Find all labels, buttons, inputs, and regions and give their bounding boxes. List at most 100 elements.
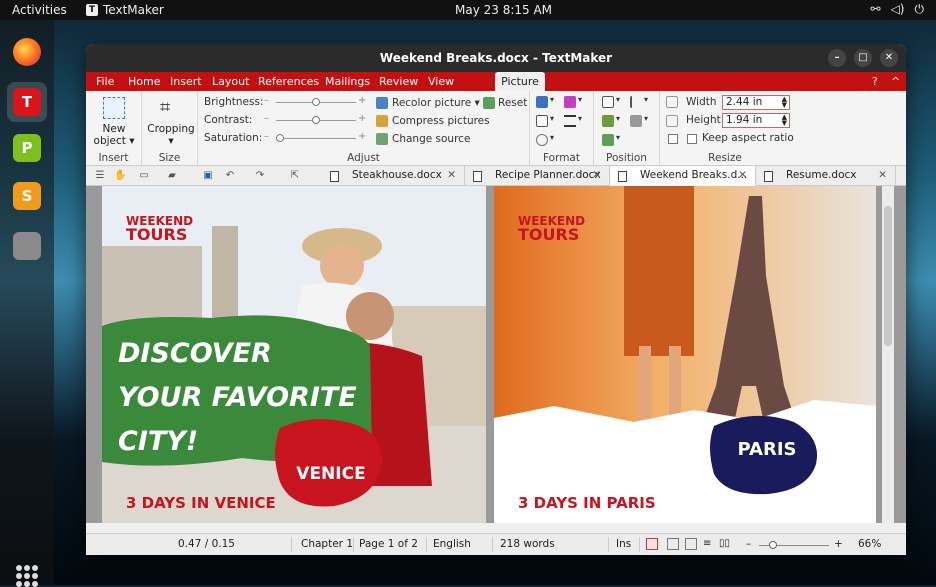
shadow-dropdown[interactable]: ▾ [550, 114, 554, 123]
outline-view-icon[interactable]: ≡ [703, 538, 711, 549]
minimize-button[interactable]: – [828, 49, 846, 67]
fill-color-dropdown[interactable]: ▾ [550, 95, 554, 104]
menu-references[interactable]: References [258, 75, 319, 88]
bring-forward-icon[interactable] [602, 115, 614, 127]
normal-view-icon[interactable] [646, 538, 658, 550]
dock-files[interactable] [7, 226, 47, 266]
menu-insert[interactable]: Insert [170, 75, 202, 88]
zoom-out-button[interactable]: – [746, 538, 751, 550]
dock-planmaker[interactable]: S [7, 176, 47, 216]
group-dropdown[interactable]: ▾ [644, 114, 648, 123]
height-spinner[interactable]: ▲ ▼ [782, 114, 787, 127]
rotate-dropdown[interactable]: ▾ [616, 133, 620, 142]
width-spinner[interactable]: ▲ ▼ [782, 96, 787, 109]
line-style-dropdown[interactable]: ▾ [578, 114, 582, 123]
cropping-button[interactable]: Cropping ▾ [144, 123, 198, 147]
line-color-icon[interactable] [564, 96, 576, 108]
app-menu[interactable]: T TextMaker [86, 3, 164, 17]
dock-firefox[interactable] [7, 32, 47, 72]
page-view-icon[interactable] [667, 538, 679, 550]
save-icon[interactable]: ▣ [202, 170, 214, 182]
tab-close-icon[interactable]: ✕ [592, 166, 601, 185]
menu-layout[interactable]: Layout [212, 75, 249, 88]
tab-resume[interactable]: Resume.docx ✕ [756, 166, 896, 186]
saturation-minus-button[interactable]: – [264, 131, 269, 142]
line-style-icon[interactable] [564, 115, 576, 127]
width-input[interactable]: 2.44 in ▲ ▼ [722, 95, 790, 110]
contrast-slider[interactable] [276, 116, 356, 124]
page-indicator[interactable]: Page 1 of 2 [359, 538, 418, 550]
shape-dropdown[interactable]: ▾ [550, 133, 554, 142]
tab-steakhouse[interactable]: Steakhouse.docx ✕ [322, 166, 465, 186]
saturation-slider[interactable] [276, 134, 356, 142]
rotate-icon[interactable] [602, 134, 614, 146]
word-count[interactable]: 218 words [500, 538, 555, 550]
contrast-plus-button[interactable]: + [358, 113, 366, 124]
group-icon[interactable] [630, 115, 642, 127]
tab-picture[interactable]: Picture [495, 72, 545, 91]
book-view-icon[interactable]: ▯▯ [719, 538, 730, 549]
contrast-minus-button[interactable]: – [264, 113, 269, 124]
shape-icon[interactable] [536, 134, 548, 146]
tab-close-icon[interactable]: ✕ [738, 166, 747, 185]
master-view-icon[interactable] [685, 538, 697, 550]
redo-icon[interactable]: ↷ [254, 170, 266, 182]
recolor-picture-button[interactable]: Recolor picture ▾ [392, 97, 480, 109]
maximize-button[interactable]: □ [854, 49, 872, 67]
select-icon[interactable]: ⇱ [289, 170, 301, 182]
tab-close-icon[interactable]: ✕ [878, 166, 887, 185]
menu-review[interactable]: Review [379, 75, 418, 88]
tab-weekend-breaks[interactable]: Weekend Breaks.d... ✕ [610, 166, 756, 186]
brightness-plus-button[interactable]: + [358, 95, 366, 106]
brightness-slider[interactable] [276, 98, 356, 106]
insert-mode[interactable]: Ins [616, 538, 631, 550]
menu-file[interactable]: File [96, 75, 114, 88]
close-button[interactable]: ✕ [880, 49, 898, 67]
saturation-plus-button[interactable]: + [358, 131, 366, 142]
menu-view[interactable]: View [428, 75, 454, 88]
dock-textmaker[interactable]: T [7, 82, 47, 122]
zoom-slider[interactable] [759, 541, 829, 549]
line-color-dropdown[interactable]: ▾ [578, 95, 582, 104]
keep-aspect-checkbox[interactable] [687, 134, 697, 144]
zoom-level[interactable]: 66% [858, 538, 881, 550]
vertical-scrollbar[interactable] [882, 186, 894, 523]
collapse-ribbon-icon[interactable]: ^ [891, 75, 900, 88]
menu-mailings[interactable]: Mailings [325, 75, 370, 88]
brightness-minus-button[interactable]: – [264, 95, 269, 106]
new-object-button[interactable]: New object ▾ [90, 123, 138, 147]
menu-home[interactable]: Home [128, 75, 160, 88]
original-size-checkbox[interactable] [668, 134, 678, 144]
change-source-button[interactable]: Change source [392, 133, 470, 145]
help-icon[interactable]: ? [872, 75, 878, 88]
wrap-icon[interactable] [602, 96, 614, 108]
zoom-knob[interactable] [769, 541, 777, 549]
paris-flyer[interactable]: WEEKEND TOURS PARIS 3 DAYS IN PARIS [494, 186, 876, 523]
scrollbar-thumb[interactable] [884, 206, 892, 346]
height-input[interactable]: 1.94 in ▲ ▼ [722, 113, 790, 128]
undo-icon[interactable]: ↶ [224, 170, 236, 182]
zoom-in-button[interactable]: + [834, 538, 843, 550]
chapter-indicator[interactable]: Chapter 1 [301, 538, 353, 550]
new-doc-icon[interactable]: ▭ [138, 170, 150, 182]
menu-icon[interactable]: ☰ [94, 170, 106, 182]
shadow-icon[interactable] [536, 115, 548, 127]
tab-close-icon[interactable]: ✕ [447, 166, 456, 185]
show-apps-icon[interactable] [16, 565, 38, 587]
bring-forward-dropdown[interactable]: ▾ [616, 114, 620, 123]
fill-color-icon[interactable] [536, 96, 548, 108]
activities-button[interactable]: Activities [12, 3, 67, 17]
wrap-dropdown[interactable]: ▾ [616, 95, 620, 104]
compress-pictures-button[interactable]: Compress pictures [392, 115, 490, 127]
venice-flyer[interactable]: WEEKEND TOURS DISCOVER YOUR FAVORITE CIT… [102, 186, 486, 523]
tab-recipe-planner[interactable]: Recipe Planner.docx ✕ [465, 166, 610, 186]
clock[interactable]: May 23 8:15 AM [455, 3, 552, 17]
align-icon[interactable] [630, 96, 642, 108]
dock-presentations[interactable]: P [7, 128, 47, 168]
reset-button[interactable]: Reset [498, 97, 527, 109]
system-tray[interactable]: ⚯ ◁) ⏻ [871, 2, 924, 17]
hand-icon[interactable]: ✋ [114, 170, 126, 182]
align-dropdown[interactable]: ▾ [644, 95, 648, 104]
language-indicator[interactable]: English [433, 538, 471, 550]
open-folder-icon[interactable]: ▰ [166, 170, 178, 182]
